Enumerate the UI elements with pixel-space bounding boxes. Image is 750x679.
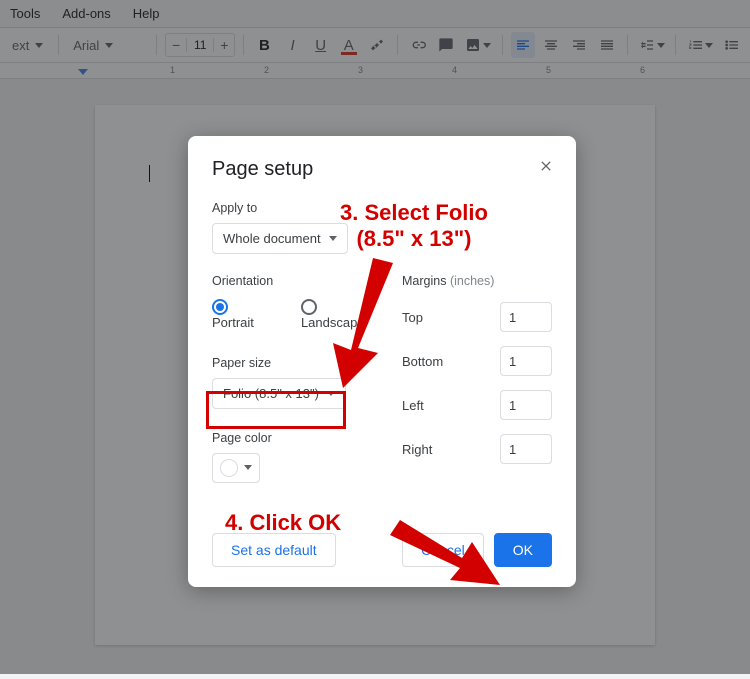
margins-hint: (inches) [450,274,494,288]
margins-text: Margins [402,274,446,288]
margin-bottom-input[interactable] [500,346,552,376]
annotation-arrow-icon [390,520,500,590]
margin-left-label: Left [402,398,424,413]
portrait-label: Portrait [212,315,254,330]
annotation-text: (8.5" x 13") [340,226,488,252]
annotation-step4: 4. Click OK [225,510,341,536]
caret-down-icon [329,236,337,241]
margins-label: Margins (inches) [402,274,552,288]
portrait-radio[interactable]: Portrait [212,298,273,330]
caret-down-icon [327,391,335,396]
page-color-dropdown[interactable] [212,453,260,483]
margin-top-label: Top [402,310,423,325]
dialog-title: Page setup [212,158,552,181]
ok-button[interactable]: OK [494,533,552,567]
close-icon [538,158,554,174]
radio-unchecked-icon [301,299,317,315]
margin-bottom-label: Bottom [402,354,443,369]
annotation-arrow-icon [318,258,398,388]
caret-down-icon [244,465,252,470]
annotation-text: 3. Select Folio [340,200,488,226]
paper-size-value: Folio (8.5" x 13") [223,386,319,401]
margin-right-input[interactable] [500,434,552,464]
set-default-button[interactable]: Set as default [212,533,336,567]
page-color-label: Page color [212,431,382,445]
close-button[interactable] [534,154,558,178]
annotation-step3: 3. Select Folio (8.5" x 13") [340,200,488,253]
margin-right-label: Right [402,442,432,457]
apply-to-dropdown[interactable]: Whole document [212,223,348,254]
margin-left-input[interactable] [500,390,552,420]
color-swatch-icon [220,459,238,477]
margin-top-input[interactable] [500,302,552,332]
apply-to-value: Whole document [223,231,321,246]
radio-checked-icon [212,299,228,315]
